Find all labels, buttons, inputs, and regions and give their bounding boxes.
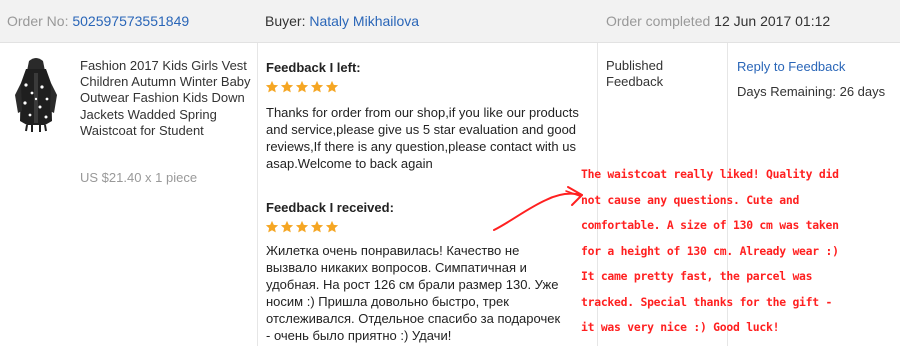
translation-line: It came pretty fast, the parcel was bbox=[581, 269, 813, 283]
product-title[interactable]: Fashion 2017 Kids Girls Vest Children Au… bbox=[80, 58, 255, 139]
feedback-received-line: отслеживался. Отдельное спасибо за подар… bbox=[266, 311, 561, 326]
star-icon bbox=[295, 220, 309, 233]
star-icon bbox=[265, 220, 279, 233]
feedback-left-stars bbox=[265, 80, 339, 96]
feedback-left-text: Thanks for order from our shop,if you li… bbox=[266, 105, 579, 171]
completed-date: 12 Jun 2017 01:12 bbox=[714, 13, 831, 29]
star-icon bbox=[280, 220, 294, 233]
product-price: US $21.40 x 1 piece bbox=[80, 170, 198, 185]
column-divider bbox=[257, 43, 258, 346]
buyer-label: Buyer: bbox=[265, 13, 306, 29]
star-icon bbox=[310, 80, 324, 93]
translation-line: tracked. Special thanks for the gift - bbox=[581, 294, 833, 309]
buyer-cell: Buyer: Nataly Mikhailova bbox=[265, 0, 419, 43]
star-icon bbox=[325, 80, 339, 93]
annotation-arrow-icon bbox=[493, 186, 583, 231]
feedback-received-line: - очень было приятно :) Удачи! bbox=[266, 328, 452, 343]
star-icon bbox=[310, 220, 324, 233]
feedback-received-line: вызвало никаких вопросов. Симпатичная и bbox=[266, 260, 527, 275]
translation-line: The waistcoat really liked! Quality did bbox=[581, 167, 839, 181]
completed-label: Order completed bbox=[606, 13, 711, 29]
feedback-received-text: Жилетка очень понравилась! Качество не в… bbox=[266, 242, 596, 344]
translation-annotation: The waistcoat really liked! Quality did … bbox=[581, 162, 899, 341]
feedback-received-heading: Feedback I received: bbox=[266, 200, 394, 215]
order-number-link[interactable]: 502597573551849 bbox=[72, 13, 189, 29]
star-icon bbox=[325, 220, 339, 233]
reply-to-feedback-link[interactable]: Reply to Feedback bbox=[737, 58, 845, 75]
translation-line: for a height of 130 cm. Already wear :) bbox=[581, 243, 839, 258]
order-number-cell: Order No: 502597573551849 bbox=[7, 0, 189, 43]
feedback-received-stars bbox=[265, 220, 339, 236]
days-remaining: Days Remaining: 26 days bbox=[737, 84, 886, 99]
star-icon bbox=[295, 80, 309, 93]
translation-line: comfortable. A size of 130 cm was taken bbox=[581, 218, 839, 232]
buyer-name-link[interactable]: Nataly Mikhailova bbox=[309, 13, 419, 29]
order-header: Order No: 502597573551849 Buyer: Nataly … bbox=[0, 0, 900, 43]
star-icon bbox=[280, 80, 294, 93]
feedback-received-line: носим :) Пришла довольно быстро, трек bbox=[266, 294, 509, 309]
order-completed-cell: Order completed 12 Jun 2017 01:12 bbox=[606, 0, 830, 43]
star-icon bbox=[265, 80, 279, 93]
feedback-received-line: удобная. На рост 126 см брали размер 130… bbox=[266, 277, 559, 292]
feedback-received-line: Жилетка очень понравилась! Качество не bbox=[266, 243, 520, 258]
translation-line: not cause any questions. Cute and bbox=[581, 192, 800, 207]
feedback-left-heading: Feedback I left: bbox=[266, 60, 361, 75]
order-label: Order No: bbox=[7, 13, 69, 29]
product-image[interactable] bbox=[12, 55, 60, 133]
feedback-status: Published Feedback bbox=[606, 58, 664, 89]
translation-line: it was very nice :) Good luck! bbox=[581, 320, 780, 334]
